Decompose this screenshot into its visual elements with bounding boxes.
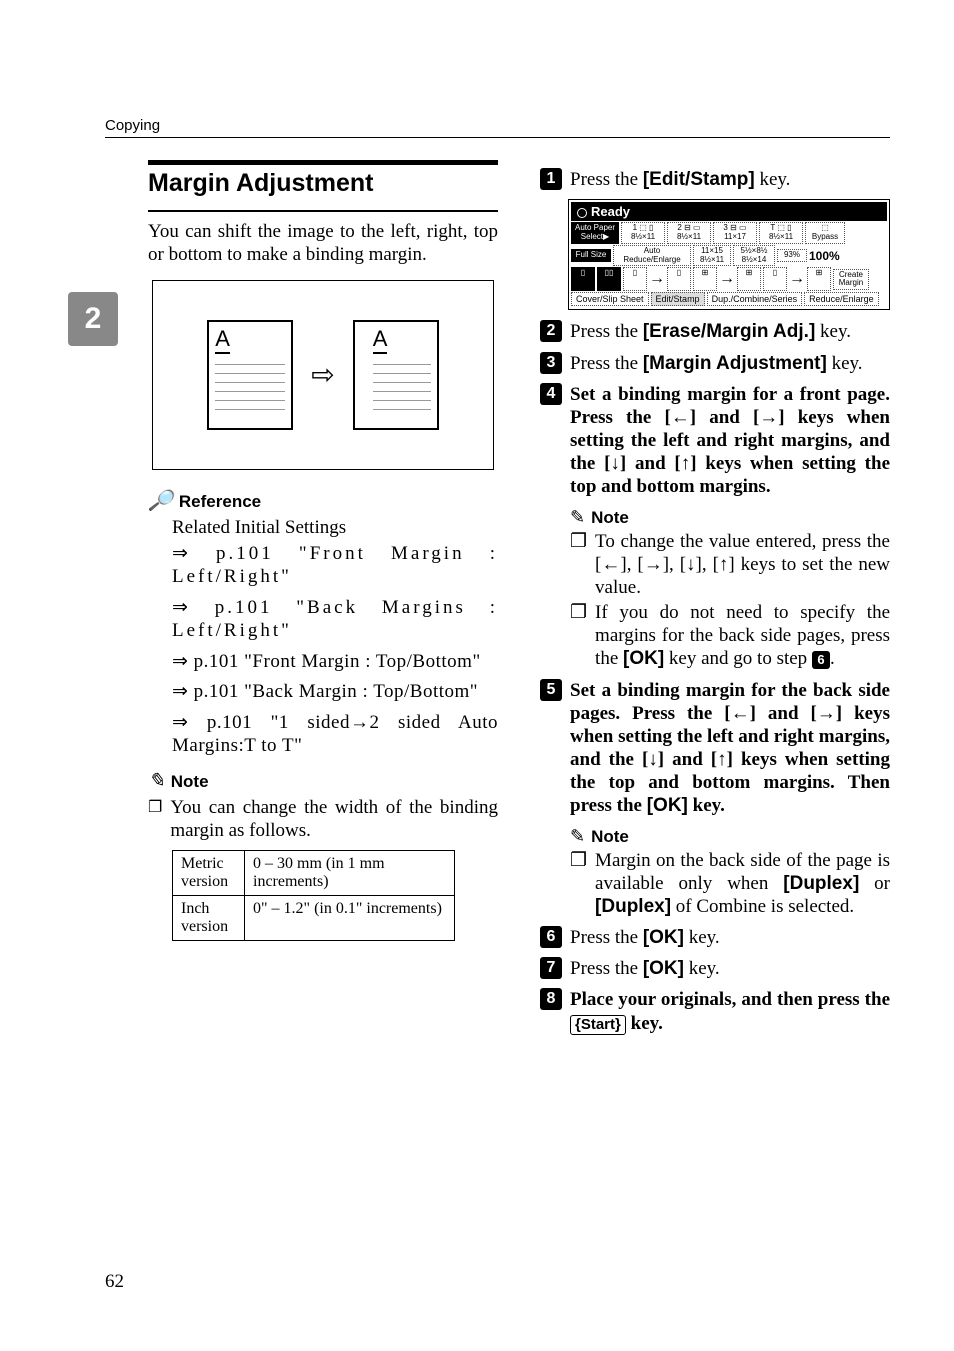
bullet-icon: ❐ [570,601,587,671]
step-number: 1 [540,168,562,190]
step-number: 8 [540,988,562,1010]
tab-reduce-enlarge[interactable]: Reduce/Enlarge [804,292,879,306]
doc-after-icon: A [353,320,439,430]
doc-before-icon: A [207,320,293,430]
table-cell: 0 – 30 mm (in 1 mm increments) [245,851,455,896]
header-rule [105,137,890,138]
note-text: Margin on the back side of the page is a… [595,849,890,919]
reference-icon: 🔎 [148,488,173,513]
step-text: Press the [OK] key. [570,957,720,980]
step-number: 6 [540,926,562,948]
step-number: 4 [540,383,562,405]
arrow-right-icon: ⇨ [311,358,334,392]
chapter-tab: 2 [68,292,118,346]
tab-cover-slip[interactable]: Cover/Slip Sheet [571,292,649,306]
note-icon: ✎ [148,768,165,793]
note-label: Note [591,827,629,847]
step-text: Set a binding margin for the back side p… [570,679,890,818]
note-icon: ✎ [570,826,585,847]
left-column: Margin Adjustment You can shift the imag… [148,160,498,1043]
step-text: Press the [Edit/Stamp] key. [570,168,790,191]
tab-dup-combine[interactable]: Dup./Combine/Series [707,292,803,306]
step-text: Press the [Margin Adjustment] key. [570,352,863,375]
step-number: 2 [540,320,562,342]
lcd-screenshot: Ready Auto Paper Select▶ 1 ⬚ ▯8½×11 2 ⊟ … [568,199,890,310]
note-text: If you do not need to specify the margin… [595,601,890,671]
step-number: 5 [540,679,562,701]
table-cell: Metric version [173,851,245,896]
bullet-icon: ❐ [148,797,162,843]
note-text: You can change the width of the binding … [170,797,498,843]
step-number: 7 [540,957,562,979]
step-text: Press the [OK] key. [570,926,720,949]
step-number: 3 [540,352,562,374]
tab-edit-stamp[interactable]: Edit/Stamp [651,292,705,306]
table-cell: Inch version [173,896,245,941]
bullet-icon: ❐ [570,849,587,919]
note-icon: ✎ [570,507,585,528]
section-header: Copying [105,117,160,134]
note-text: To change the value entered, press the [… [595,530,890,600]
reference-label: Reference [179,492,261,512]
note-label: Note [591,508,629,528]
bullet-icon: ❐ [570,530,587,600]
note-label: Note [171,772,209,792]
page-number: 62 [105,1271,124,1293]
step-text: Set a binding margin for a front page. P… [570,383,890,499]
reference-list: Related Initial Settings ⇒ p.101 "Front … [148,517,498,757]
table-cell: 0" – 1.2" (in 0.1" increments) [245,896,455,941]
step-text: Press the [Erase/Margin Adj.] key. [570,320,851,343]
margin-illustration: A ⇨ A [152,280,494,470]
section-title: Margin Adjustment [148,169,498,198]
right-column: 1 Press the [Edit/Stamp] key. Ready Auto… [540,160,890,1043]
step-text: Place your originals, and then press the… [570,988,890,1034]
binding-margin-table: Metric version 0 – 30 mm (in 1 mm increm… [172,850,455,941]
intro-text: You can shift the image to the left, rig… [148,220,498,266]
